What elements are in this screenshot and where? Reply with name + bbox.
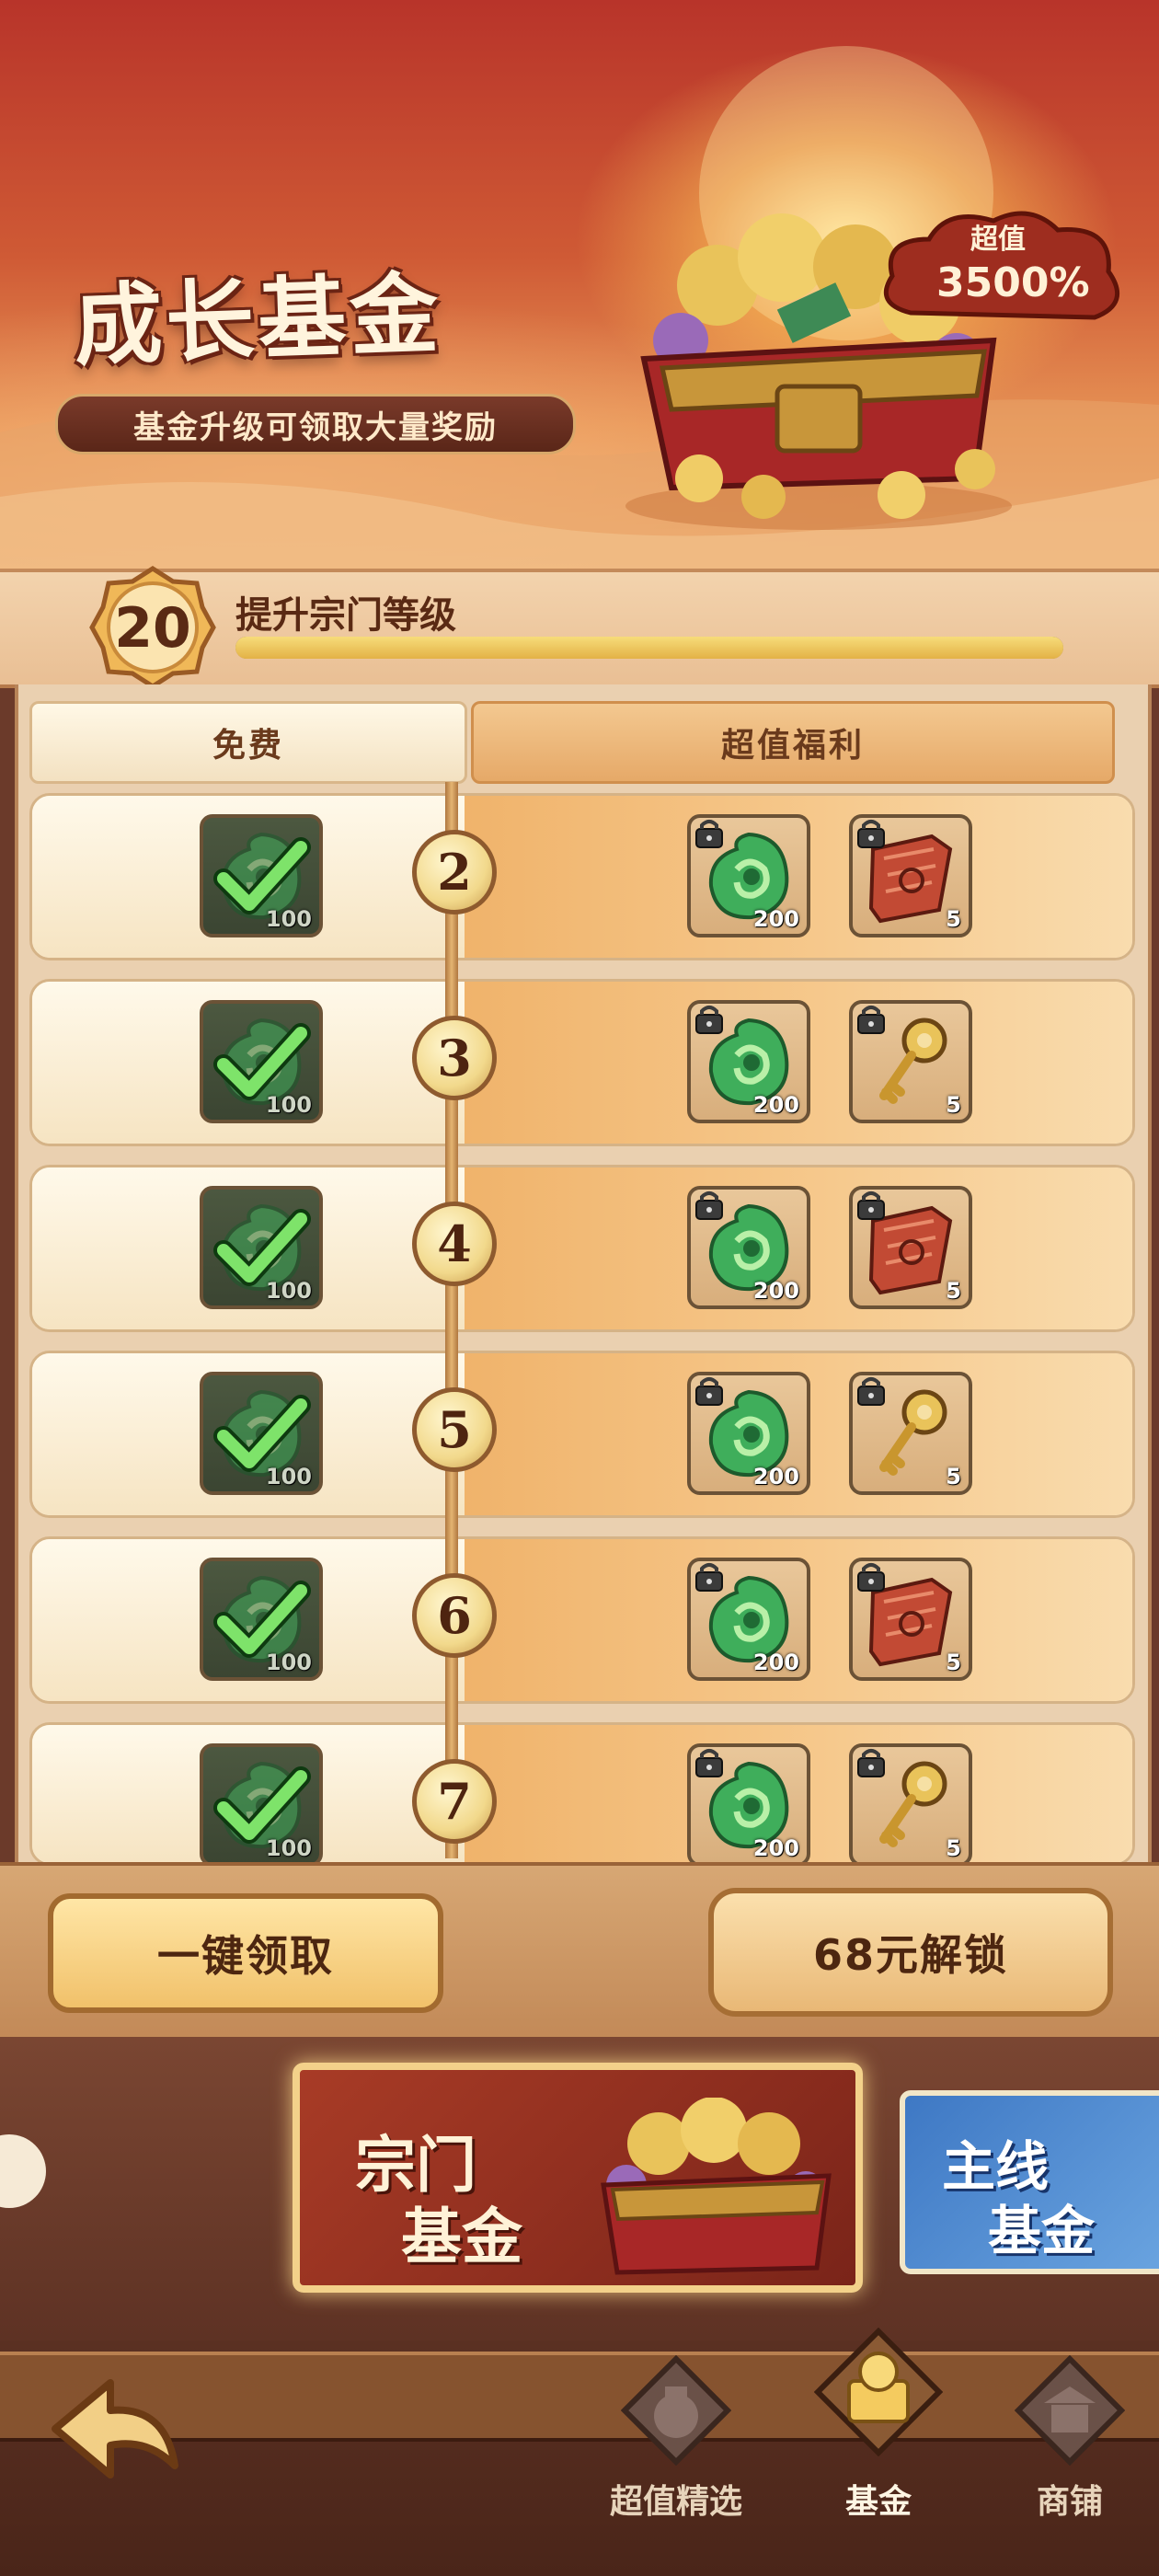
lock-icon — [695, 820, 723, 848]
reward-qty: 200 — [752, 1835, 799, 1861]
premium-reward-item[interactable]: 200 — [687, 1743, 810, 1863]
fund-title: 成长基金 — [72, 261, 444, 378]
timeline-spine — [445, 782, 458, 1858]
premium-reward-item[interactable]: 5 — [849, 1000, 972, 1123]
reward-qty: 5 — [946, 1464, 961, 1489]
reward-qty: 5 — [946, 1650, 961, 1675]
nav-tab-fund[interactable]: 基金 — [800, 2328, 957, 2567]
reward-row: 100 200 5 — [29, 793, 1135, 960]
lock-icon — [857, 820, 885, 848]
lock-icon — [695, 1563, 723, 1592]
free-reward-item[interactable]: 100 — [200, 1186, 323, 1309]
treasure-bag-icon — [621, 2355, 731, 2466]
free-column-label: 免费 — [212, 727, 284, 765]
free-reward-item[interactable]: 100 — [200, 814, 323, 937]
nav-tab-shop[interactable]: 商铺 — [992, 2346, 1148, 2567]
row-level-marker: 7 — [412, 1759, 497, 1844]
lock-icon — [857, 1006, 885, 1034]
shop-pagoda-icon — [1015, 2355, 1125, 2466]
premium-reward-item[interactable]: 200 — [687, 1372, 810, 1495]
reward-qty: 100 — [265, 1650, 312, 1675]
level-progress-track — [235, 637, 1063, 659]
lock-icon — [695, 1006, 723, 1034]
reward-qty: 200 — [752, 1464, 799, 1489]
reward-qty: 100 — [265, 1092, 312, 1118]
reward-row: 100 200 5 — [29, 1165, 1135, 1332]
reward-qty: 200 — [752, 1650, 799, 1675]
reward-qty: 100 — [265, 1835, 312, 1861]
row-level-marker: 5 — [412, 1387, 497, 1472]
sect-level-number: 20 — [114, 596, 191, 661]
reward-qty: 200 — [752, 906, 799, 932]
premium-reward-item[interactable]: 5 — [849, 1558, 972, 1681]
tab-main-fund[interactable]: 主线 基金 — [900, 2090, 1159, 2274]
free-reward-item[interactable]: 100 — [200, 1372, 323, 1495]
treasure-chest-icon — [601, 2098, 832, 2275]
reward-qty: 5 — [946, 1835, 961, 1861]
reward-row: 100 200 5 — [29, 979, 1135, 1146]
premium-column-label: 超值福利 — [720, 727, 865, 765]
reward-row: 100 200 5 — [29, 1351, 1135, 1518]
row-level-marker: 2 — [412, 830, 497, 914]
unlock-button[interactable]: 68元解锁 — [708, 1888, 1113, 2017]
reward-qty: 5 — [946, 1092, 961, 1118]
fund-subtitle: 基金升级可领取大量奖励 — [133, 408, 498, 446]
value-percent: 3500% — [936, 259, 1090, 306]
lock-icon — [857, 1749, 885, 1777]
premium-reward-item[interactable]: 5 — [849, 1372, 972, 1495]
reward-row: 100 200 5 — [29, 1536, 1135, 1704]
free-reward-item[interactable]: 100 — [200, 1743, 323, 1863]
unlock-label: 68元解锁 — [812, 1930, 1008, 1980]
claim-all-button[interactable]: 一键领取 — [48, 1893, 443, 2013]
reward-qty: 100 — [265, 1278, 312, 1304]
premium-column-header: 超值福利 — [471, 701, 1115, 784]
row-level-marker: 6 — [412, 1573, 497, 1658]
level-progress-fill — [235, 637, 1063, 659]
nav-label-featured: 超值精选 — [609, 2483, 742, 2521]
lock-icon — [695, 1377, 723, 1406]
reward-qty: 100 — [265, 906, 312, 932]
free-reward-item[interactable]: 100 — [200, 1000, 323, 1123]
premium-reward-item[interactable]: 5 — [849, 814, 972, 937]
reward-qty: 200 — [752, 1278, 799, 1304]
free-column-header: 免费 — [29, 701, 467, 784]
lock-icon — [857, 1563, 885, 1592]
claim-all-label: 一键领取 — [157, 1931, 334, 1981]
sect-level-label: 提升宗门等级 — [235, 594, 456, 637]
nav-label-shop: 商铺 — [1036, 2483, 1103, 2521]
premium-reward-item[interactable]: 5 — [849, 1186, 972, 1309]
back-arrow-icon[interactable] — [37, 2364, 184, 2493]
value-label: 超值 — [970, 224, 1026, 256]
reward-qty: 5 — [946, 906, 961, 932]
row-level-marker: 4 — [412, 1202, 497, 1286]
lock-icon — [857, 1191, 885, 1220]
reward-qty: 200 — [752, 1092, 799, 1118]
nav-label-fund: 基金 — [844, 2483, 912, 2521]
tab-main-line2: 基金 — [988, 2200, 1096, 2262]
premium-reward-item[interactable]: 200 — [687, 1186, 810, 1309]
gold-ingot-icon — [814, 2328, 943, 2456]
tab-sect-fund[interactable]: 宗门 基金 — [293, 2063, 863, 2293]
premium-reward-item[interactable]: 200 — [687, 1000, 810, 1123]
tab-sect-line2: 基金 — [401, 2201, 522, 2272]
row-level-marker: 3 — [412, 1016, 497, 1100]
lock-icon — [857, 1377, 885, 1406]
lock-icon — [695, 1749, 723, 1777]
premium-reward-item[interactable]: 200 — [687, 1558, 810, 1681]
reward-row: 100 200 5 — [29, 1722, 1135, 1866]
reward-qty: 100 — [265, 1464, 312, 1489]
reward-qty: 5 — [946, 1278, 961, 1304]
premium-reward-item[interactable]: 200 — [687, 814, 810, 937]
premium-reward-item[interactable]: 5 — [849, 1743, 972, 1863]
fund-subtitle-bar: 基金升级可领取大量奖励 — [55, 394, 576, 454]
lock-icon — [695, 1191, 723, 1220]
free-reward-item[interactable]: 100 — [200, 1558, 323, 1681]
nav-tab-featured[interactable]: 超值精选 — [598, 2346, 754, 2567]
